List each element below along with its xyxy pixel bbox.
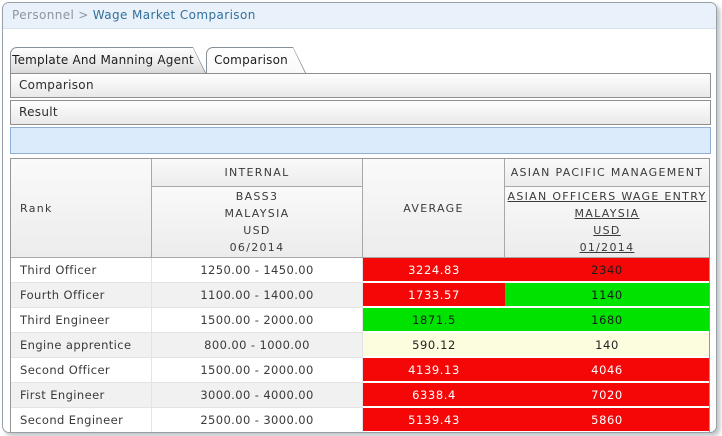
internal-range-cell: 1500.00 - 2000.00 — [152, 358, 363, 383]
internal-currency: USD — [243, 222, 270, 239]
result-toolbar-strip — [10, 127, 711, 154]
section-header-comparison[interactable]: Comparison — [10, 73, 711, 98]
average-cell: 6338.4 — [363, 383, 505, 408]
average-cell: 3224.83 — [363, 258, 505, 283]
average-cell: 4139.13 — [363, 358, 505, 383]
external-wage-cell: 1140 — [505, 283, 709, 308]
breadcrumb-separator: > — [74, 8, 92, 22]
column-group-internal: INTERNAL — [152, 159, 363, 187]
column-header-average: AVERAGE — [363, 159, 505, 258]
average-cell: 5139.43 — [363, 408, 505, 433]
internal-range-cell: 2500.00 - 3000.00 — [152, 408, 363, 433]
external-currency: USD — [508, 222, 707, 239]
average-cell: 1871.5 — [363, 308, 505, 333]
column-header-external-details: ASIAN OFFICERS WAGE ENTRY MALAYSIA USD 0… — [505, 187, 709, 258]
rank-cell: Third Engineer — [11, 308, 152, 333]
column-header-rank: Rank — [11, 159, 152, 258]
internal-range-cell: 1500.00 - 2000.00 — [152, 308, 363, 333]
external-wage-cell: 1680 — [505, 308, 709, 333]
average-cell: 590.12 — [363, 333, 505, 358]
external-wage-cell: 140 — [505, 333, 709, 358]
section-header-label: Result — [19, 105, 58, 119]
tab-bar: Template And Manning Agent Comparison — [10, 47, 306, 73]
rank-cell: Second Officer — [11, 358, 152, 383]
section-header-result[interactable]: Result — [10, 100, 711, 125]
external-wage-cell: 5860 — [505, 408, 709, 433]
rank-cell: Engine apprentice — [11, 333, 152, 358]
tab-template-and-manning-agent[interactable]: Template And Manning Agent — [10, 47, 206, 73]
external-wage-cell: 7020 — [505, 383, 709, 408]
external-period: 01/2014 — [508, 239, 707, 256]
breadcrumb-section[interactable]: Personnel — [12, 8, 74, 22]
external-country: MALAYSIA — [508, 205, 707, 222]
internal-country: MALAYSIA — [225, 205, 290, 222]
tab-label: Comparison — [206, 47, 306, 73]
external-wage-cell: 4046 — [505, 358, 709, 383]
app-window: Personnel>Wage Market Comparison Templat… — [2, 2, 717, 433]
page-title: Wage Market Comparison — [93, 8, 256, 22]
column-group-asian-pacific-management: ASIAN PACIFIC MANAGEMENT — [505, 159, 709, 187]
average-cell: 1733.57 — [363, 283, 505, 308]
rank-cell: First Engineer — [11, 383, 152, 408]
internal-range-cell: 800.00 - 1000.00 — [152, 333, 363, 358]
wage-comparison-table: Rank INTERNAL BASS3 MALAYSIA USD 06/2014… — [10, 158, 710, 433]
tab-label: Template And Manning Agent — [10, 47, 206, 73]
internal-range-cell: 1250.00 - 1450.00 — [152, 258, 363, 283]
external-wage-cell: 2340 — [505, 258, 709, 283]
internal-template-name: BASS3 — [236, 188, 279, 205]
rank-cell: Fourth Officer — [11, 283, 152, 308]
external-wage-entry-name: ASIAN OFFICERS WAGE ENTRY — [508, 188, 707, 205]
rank-cell: Third Officer — [11, 258, 152, 283]
internal-range-cell: 3000.00 - 4000.00 — [152, 383, 363, 408]
tab-comparison[interactable]: Comparison — [206, 47, 306, 73]
rank-cell: Second Engineer — [11, 408, 152, 433]
external-wage-entry-link[interactable]: ASIAN OFFICERS WAGE ENTRY MALAYSIA USD 0… — [508, 188, 707, 256]
section-header-label: Comparison — [19, 78, 94, 92]
internal-period: 06/2014 — [230, 239, 285, 256]
breadcrumb: Personnel>Wage Market Comparison — [3, 3, 716, 29]
column-header-internal-details: BASS3 MALAYSIA USD 06/2014 — [152, 187, 363, 258]
internal-range-cell: 1100.00 - 1400.00 — [152, 283, 363, 308]
